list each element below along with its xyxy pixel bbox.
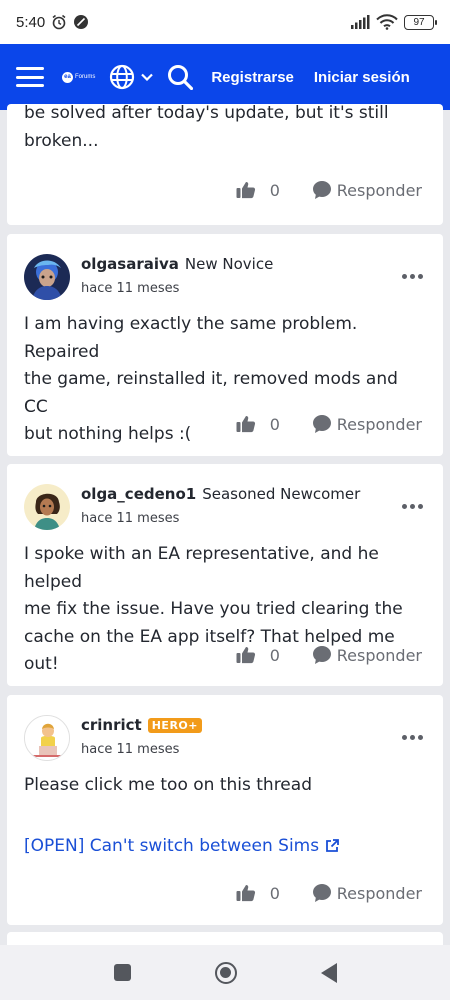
post-card: olgasaraiva New Novice hace 11 meses I a… [7,234,443,456]
thumbs-up-icon [236,416,255,433]
avatar[interactable] [24,715,70,761]
signal-icon [351,15,370,29]
chevron-down-icon [141,73,154,81]
login-link[interactable]: Iniciar sesión [314,69,410,86]
external-link-icon [326,839,339,852]
globe-icon [110,64,135,90]
like-button[interactable]: 0 [236,181,282,200]
hero-badge: HERO+ [147,717,202,733]
language-selector[interactable] [109,64,154,90]
alarm-icon [52,14,66,30]
thread-link[interactable]: [OPEN] Can't switch between Sims [24,836,339,856]
post-author: olgasaraiva New Novice hace 11 meses [24,254,273,300]
post-body: Please click me too on this thread [24,775,312,795]
post-actions: 0 Responder [236,180,422,200]
dnd-icon [74,15,89,29]
reply-button[interactable]: Responder [312,180,422,200]
avatar[interactable] [24,484,70,530]
like-button[interactable]: 0 [236,884,282,903]
post-timestamp[interactable]: hace 11 meses [81,281,273,296]
reply-button[interactable]: Responder [312,883,422,903]
like-button[interactable]: 0 [236,415,282,434]
post-card: be solved after today's update, but it's… [7,103,443,225]
post-actions: 0 Responder [236,883,422,903]
battery-indicator: 97 [404,14,437,30]
thumbs-up-icon [236,182,255,199]
recent-apps-icon[interactable] [113,964,131,981]
post-actions: 0 Responder [236,414,422,434]
system-navigation-bar [0,945,450,1000]
post-timestamp[interactable]: hace 11 meses [81,511,360,526]
avatar[interactable] [24,254,70,300]
post-actions: 0 Responder [236,645,422,665]
wifi-icon [376,14,398,30]
more-options-icon[interactable] [402,274,423,279]
post-author: olga_cedeno1 Seasoned Newcomer hace 11 m… [24,484,360,530]
comment-icon [312,415,331,433]
author-name[interactable]: crinrict [81,716,142,734]
post-timestamp[interactable]: hace 11 meses [81,742,202,757]
register-link[interactable]: Registrarse [211,69,294,86]
reply-button[interactable]: Responder [312,645,422,665]
post-card: crinrict HERO+ hace 11 meses Please clic… [7,695,443,925]
status-bar: 5:40 97 [0,0,450,44]
like-count: 0 [269,414,280,434]
reply-button[interactable]: Responder [312,414,422,434]
thumbs-up-icon [236,647,255,664]
post-author: crinrict HERO+ hace 11 meses [24,715,202,761]
comment-icon [312,646,331,664]
thumbs-up-icon [236,885,255,902]
status-time: 5:40 [16,13,46,31]
battery-level: 97 [413,16,425,28]
logo-text: Forums [75,74,96,80]
like-count: 0 [269,883,280,903]
author-rank: New Novice [184,255,274,273]
post-card: olga_cedeno1 Seasoned Newcomer hace 11 m… [7,464,443,686]
author-name[interactable]: olgasaraiva [81,255,179,273]
like-button[interactable]: 0 [236,646,282,665]
ea-logo-icon: ea [62,71,73,83]
post-body: be solved after today's update, but it's… [24,103,389,151]
more-options-icon[interactable] [402,504,423,509]
like-count: 0 [269,645,280,665]
forums-logo[interactable]: ea Forums [62,71,96,83]
comment-icon [312,181,331,199]
comment-icon [312,884,331,902]
back-icon[interactable] [320,962,337,983]
menu-icon[interactable] [16,67,44,87]
more-options-icon[interactable] [402,735,423,740]
home-icon[interactable] [214,961,237,984]
author-name[interactable]: olga_cedeno1 [81,485,196,503]
author-rank: Seasoned Newcomer [202,485,361,503]
search-icon[interactable] [167,64,194,90]
like-count: 0 [269,180,280,200]
